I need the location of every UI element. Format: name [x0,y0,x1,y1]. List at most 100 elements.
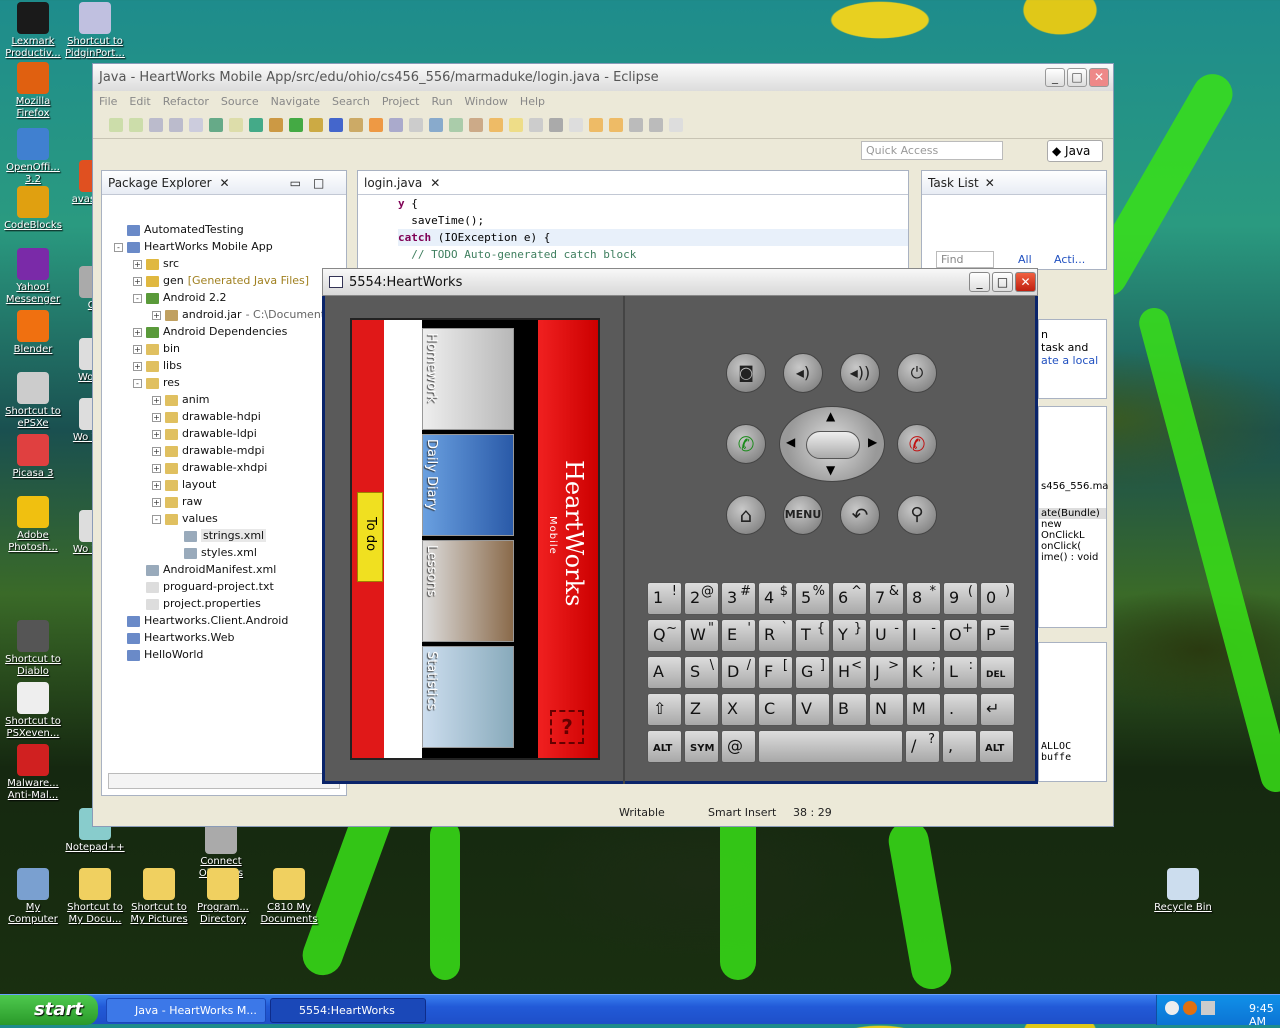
dpad-down-icon[interactable]: ▼ [826,463,835,477]
keyboard-key[interactable]: ALT [979,730,1014,763]
desktop-icon[interactable]: Shortcut to Diablo [0,620,66,678]
toolbar-button-icon[interactable] [249,117,263,132]
keyboard-key[interactable]: V [795,693,830,726]
desktop-icon[interactable]: Lexmark Productiv... [0,2,66,60]
desktop-icon[interactable]: Mozilla Firefox [0,62,66,120]
menu-item[interactable]: Refactor [163,95,209,108]
keyboard-key[interactable]: ↵ [980,693,1015,726]
desktop-icon[interactable]: Shortcut to My Docu... [62,868,128,926]
desktop-icon[interactable]: CodeBlocks [0,186,66,232]
toolbar-button-icon[interactable] [109,117,123,132]
keyboard-key[interactable]: L: [943,656,978,689]
keyboard-key[interactable]: N [869,693,904,726]
tree-item[interactable]: + anim [114,391,346,408]
tree-item[interactable]: proguard-project.txt [114,578,346,595]
keyboard-key[interactable]: R ` [758,619,793,652]
keyboard-key[interactable]: 6 ^ [832,582,867,615]
tree-item[interactable]: - Android 2.2 [114,289,346,306]
keyboard-key[interactable]: 1! [647,582,682,615]
menu-item[interactable]: Project [382,95,420,108]
toolbar-button-icon[interactable] [189,117,203,132]
keyboard-key[interactable]: DEL [980,656,1015,689]
keyboard-key[interactable]: Z [684,693,719,726]
tray-app-icon[interactable] [1183,1001,1197,1015]
maximize-button[interactable]: □ [1067,68,1087,87]
space-key[interactable] [758,730,903,763]
keyboard-key[interactable]: C [758,693,793,726]
tree-item[interactable]: + layout [114,476,346,493]
expand-toggle-icon[interactable]: + [133,344,142,354]
device-screen[interactable]: To do Homework Daily Diary Lessons Statisti… [350,318,600,760]
keyboard-key[interactable]: Y} [832,619,867,652]
volume-down-icon[interactable]: ◂) [783,353,823,393]
toolbar-button-icon[interactable] [429,117,443,132]
keyboard-key[interactable]: X [721,693,756,726]
dpad-center-button[interactable] [806,431,860,459]
expand-toggle-icon[interactable]: + [152,429,161,439]
toolbar-button-icon[interactable] [589,117,603,132]
toolbar-button-icon[interactable] [289,117,303,132]
dpad-left-icon[interactable]: ◀ [786,435,795,449]
keyboard-key[interactable]: @ [721,730,756,763]
toolbar-button-icon[interactable] [409,117,423,132]
help-icon[interactable]: ? [550,710,584,744]
keyboard-key[interactable]: G] [795,656,830,689]
app-nav-tab[interactable]: Homework [422,328,514,430]
expand-toggle-icon[interactable]: + [152,463,161,473]
expand-toggle-icon[interactable]: - [133,378,142,388]
menu-item[interactable]: Edit [129,95,150,108]
close-icon[interactable]: ✕ [985,176,995,190]
keyboard-key[interactable]: I- [906,619,941,652]
expand-toggle-icon[interactable]: + [133,259,142,269]
search-icon[interactable]: ⚲ [897,495,937,535]
tree-item[interactable]: + drawable-hdpi [114,408,346,425]
dpad-up-icon[interactable]: ▲ [826,409,835,423]
toolbar-button-icon[interactable] [509,117,523,132]
keyboard-key[interactable]: Q ~ [647,619,682,652]
toolbar-button-icon[interactable] [609,117,623,132]
tree-item[interactable]: - res [114,374,346,391]
keyboard-key[interactable]: 4 $ [758,582,793,615]
keyboard-key[interactable]: A [647,656,682,689]
expand-toggle-icon[interactable]: - [114,242,123,252]
task-emulator[interactable]: 5554:HeartWorks [270,998,426,1023]
horizontal-scrollbar[interactable] [108,773,340,789]
end-call-icon[interactable]: ✆ [897,424,937,464]
tree-item[interactable]: + src [114,255,346,272]
keyboard-key[interactable]: 0) [980,582,1015,615]
desktop-icon[interactable]: Recycle Bin [1150,868,1216,914]
task-find-input[interactable]: Find [936,251,994,268]
desktop-icon[interactable]: Shortcut to PSXeven... [0,682,66,740]
call-icon[interactable]: ✆ [726,424,766,464]
close-icon[interactable]: ✕ [430,176,440,190]
expand-toggle-icon[interactable]: + [133,361,142,371]
desktop-icon[interactable]: My Computer [0,868,66,926]
keyboard-key[interactable]: 2 @ [684,582,719,615]
toolbar-button-icon[interactable] [149,117,163,132]
app-nav-tab[interactable]: Daily Diary [422,434,514,536]
tree-item[interactable]: + Android Dependencies [114,323,346,340]
tree-item[interactable]: project.properties [114,595,346,612]
keyboard-key[interactable]: B [832,693,867,726]
task-list-tab[interactable]: Task List [928,176,979,190]
toolbar-button-icon[interactable] [489,117,503,132]
keyboard-key[interactable]: 3 # [721,582,756,615]
power-icon[interactable]: ⏻ [897,353,937,393]
tray-expand-icon[interactable] [1165,1001,1179,1015]
keyboard-key[interactable]: W " [684,619,719,652]
tree-item[interactable]: + bin [114,340,346,357]
desktop-icon[interactable]: Adobe Photosh... [0,496,66,554]
menu-button[interactable]: MENU [783,495,823,535]
tree-item[interactable]: styles.xml [114,544,346,561]
toolbar-button-icon[interactable] [449,117,463,132]
minimize-button[interactable]: _ [969,272,990,292]
emulator-title-bar[interactable]: 5554:HeartWorks _ □ ✕ [322,268,1038,296]
keyboard-key[interactable]: O + [943,619,978,652]
toolbar-button-icon[interactable] [229,117,243,132]
keyboard-key[interactable]: E ' [721,619,756,652]
keyboard-key[interactable]: ⇧ [647,693,682,726]
eclipse-title-bar[interactable]: Java - HeartWorks Mobile App/src/edu/ohi… [93,64,1113,91]
desktop-icon[interactable]: Picasa 3 [0,434,66,480]
toolbar-button-icon[interactable] [269,117,283,132]
toolbar-button-icon[interactable] [129,117,143,132]
